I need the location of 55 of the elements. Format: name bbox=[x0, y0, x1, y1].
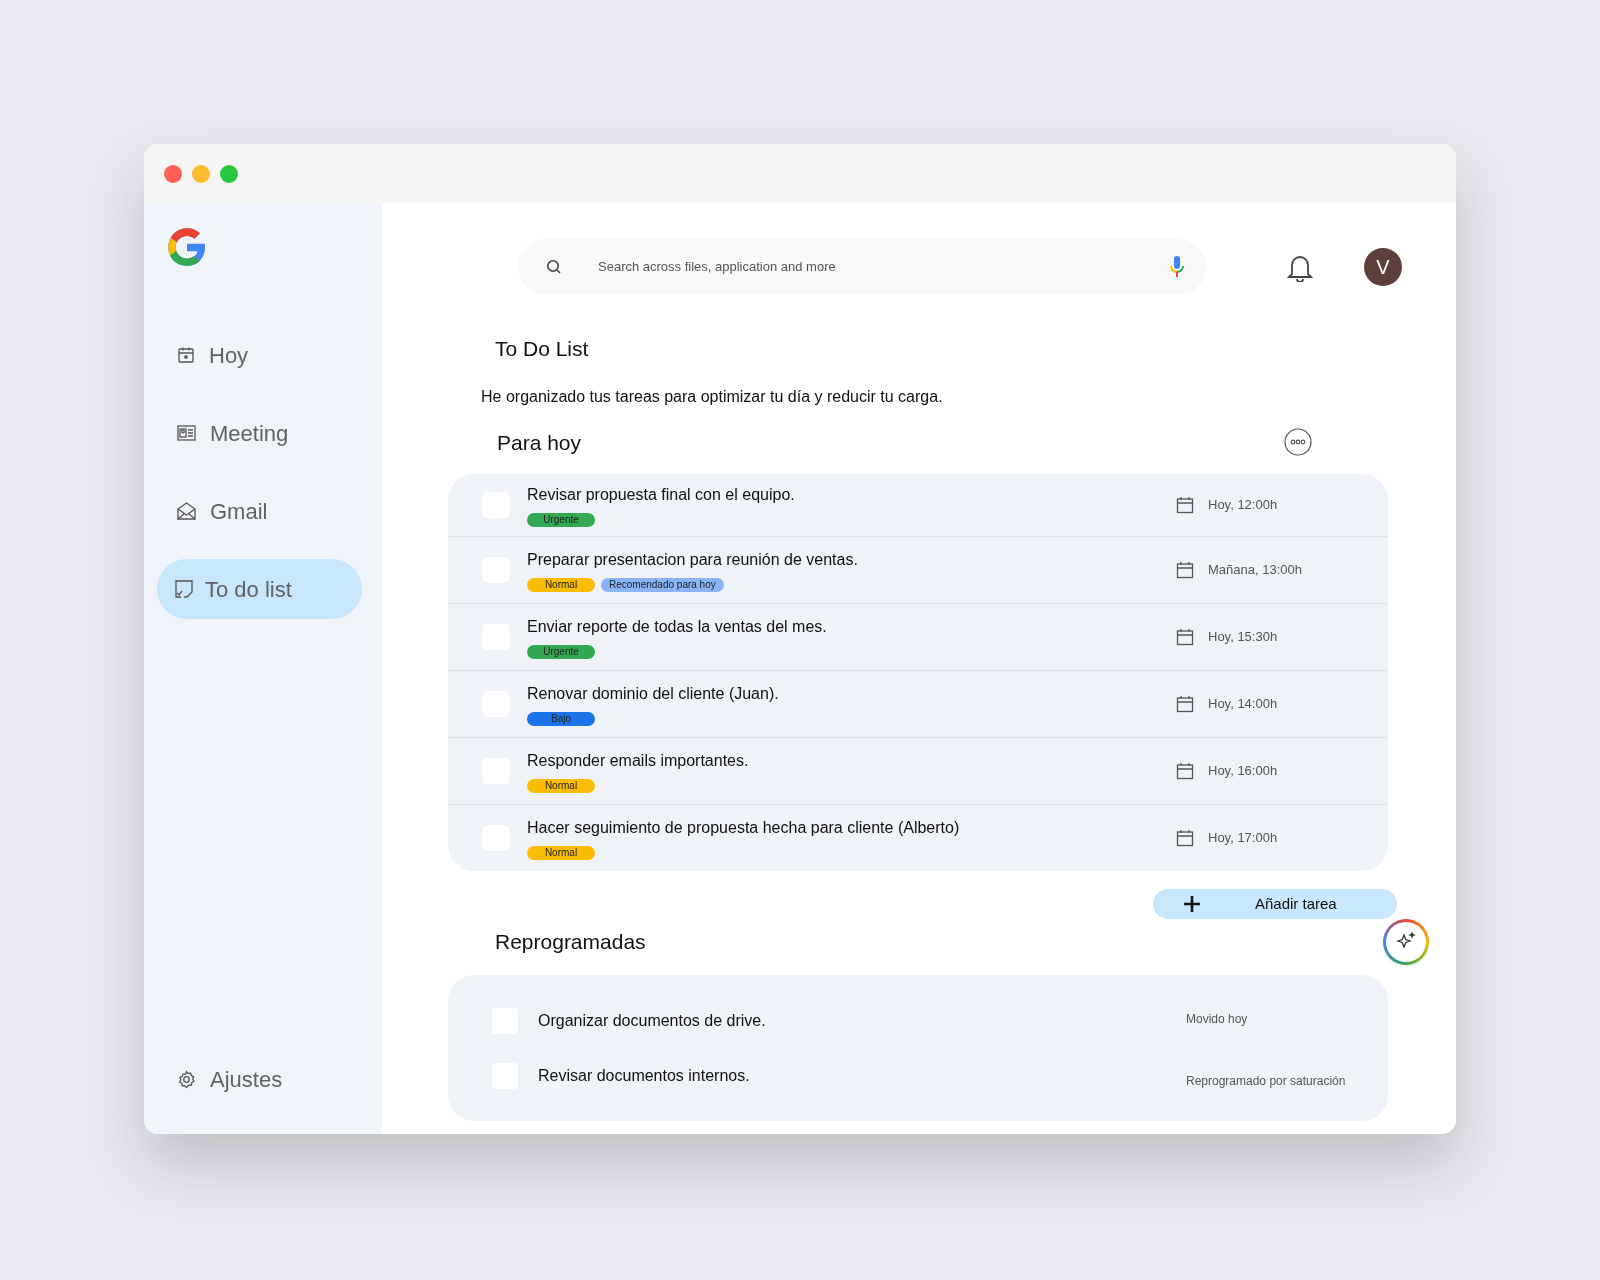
close-window-button[interactable] bbox=[164, 164, 182, 183]
search-icon bbox=[546, 259, 562, 275]
priority-tag: Normal bbox=[527, 578, 595, 592]
envelope-icon bbox=[177, 502, 196, 520]
task-title: Preparar presentacion para reunión de ventas. bbox=[527, 550, 858, 570]
task-title: Organizar documentos de drive. bbox=[538, 1010, 767, 1031]
calendar-icon bbox=[1176, 695, 1194, 713]
priority-tag: Bajo bbox=[527, 712, 595, 726]
reschedule-note: Movido hoy bbox=[1186, 1010, 1249, 1028]
settings-item[interactable]: Ajustes bbox=[157, 1054, 362, 1104]
section-heading: Reprogramadas bbox=[495, 929, 646, 956]
page-description: He organizado tus tareas para optimizar tu día y reducir tu carga. bbox=[481, 386, 943, 407]
avatar[interactable]: V bbox=[1364, 248, 1402, 286]
settings-icon bbox=[177, 1069, 196, 1089]
sidebar-item[interactable]: Gmail bbox=[157, 481, 362, 541]
microphone-icon[interactable] bbox=[1168, 255, 1186, 279]
task-title: Enviar reporte de todas la ventas del mes. bbox=[527, 617, 827, 637]
section-heading: Para hoy bbox=[497, 429, 582, 456]
due-date: Hoy, 12:00h bbox=[1208, 496, 1279, 515]
reschedule-note: Reprogramado por saturación bbox=[1186, 1072, 1347, 1090]
maximize-window-button[interactable] bbox=[220, 164, 238, 183]
calendar-icon bbox=[1176, 762, 1194, 780]
task-title: Renovar dominio del cliente (Juan). bbox=[527, 684, 779, 704]
calendar-icon bbox=[1176, 829, 1194, 847]
priority-tag: Normal bbox=[527, 846, 595, 860]
calendar-icon bbox=[1176, 628, 1194, 646]
priority-tag: Normal bbox=[527, 779, 595, 793]
calendar-icon bbox=[1176, 496, 1194, 514]
search-field[interactable]: Search across files, application and more bbox=[518, 239, 1206, 295]
add-task-button[interactable]: Añadir tarea bbox=[1153, 889, 1397, 919]
priority-tag: Urgente bbox=[527, 513, 595, 527]
task-title: Responder emails importantes. bbox=[527, 751, 749, 771]
calendar-icon bbox=[177, 346, 195, 364]
priority-tag: Recomendado para hoy bbox=[601, 578, 724, 592]
checked-note-icon bbox=[175, 580, 193, 598]
ai-assistant-button[interactable] bbox=[1383, 919, 1429, 965]
search-input[interactable]: Search across files, application and more bbox=[598, 257, 1168, 277]
priority-tag: Urgente bbox=[527, 645, 595, 659]
plus-icon bbox=[1183, 895, 1201, 913]
contact-card-icon bbox=[177, 425, 196, 441]
calendar-icon bbox=[1176, 561, 1194, 579]
sidebar-item[interactable]: To do list bbox=[157, 559, 362, 619]
more-options-icon[interactable] bbox=[1284, 428, 1312, 457]
task-title: Revisar propuesta final con el equipo. bbox=[527, 485, 795, 505]
due-date: Hoy, 15:30h bbox=[1208, 628, 1279, 647]
due-date: Mañana, 13:00h bbox=[1208, 561, 1303, 580]
due-date: Hoy, 14:00h bbox=[1208, 695, 1279, 714]
sidebar-item[interactable]: Meeting bbox=[157, 403, 362, 463]
minimize-window-button[interactable] bbox=[192, 164, 210, 183]
sidebar-item[interactable]: Hoy bbox=[157, 325, 362, 385]
task-title: Hacer seguimiento de propuesta hecha para cliente (Alberto) bbox=[527, 818, 960, 838]
due-date: Hoy, 17:00h bbox=[1208, 829, 1279, 848]
due-date: Hoy, 16:00h bbox=[1208, 762, 1279, 781]
page-title: To Do List bbox=[495, 336, 589, 362]
task-title: Revisar documentos internos. bbox=[538, 1065, 751, 1086]
